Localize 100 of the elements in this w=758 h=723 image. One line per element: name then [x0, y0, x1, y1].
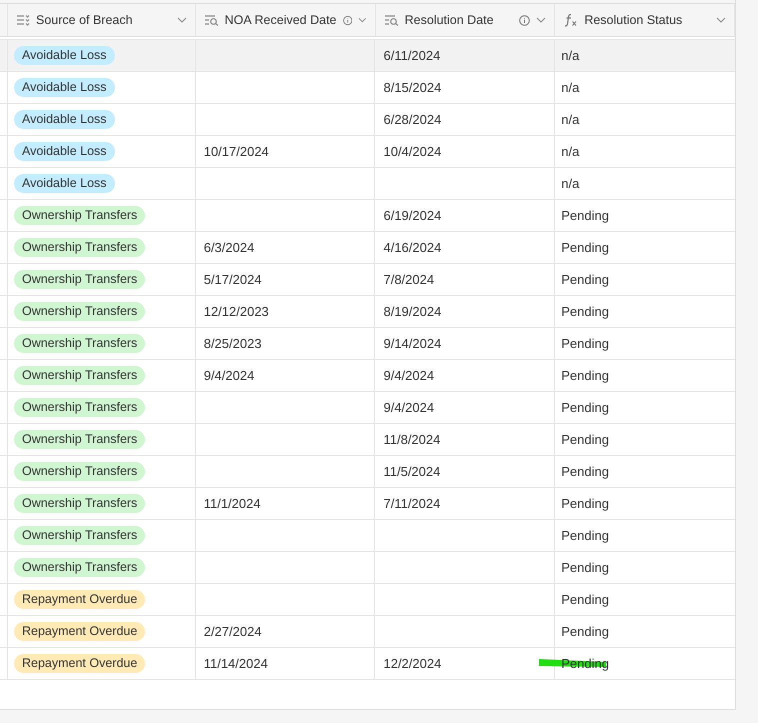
column-header[interactable]: Resolution Date	[376, 4, 556, 36]
table-row[interactable]: Repayment Overdue Pending	[0, 584, 735, 616]
table-row[interactable]: Repayment Overdue 2/27/2024 Pending	[0, 616, 735, 648]
category-tag: Repayment Overdue	[14, 654, 146, 673]
category-tag: Repayment Overdue	[14, 622, 146, 641]
table-cell-text: 10/4/2024	[383, 142, 442, 161]
table-row[interactable]: Ownership Transfers 5/17/2024 7/8/2024 Pending	[0, 264, 735, 296]
table-cell-text: 12/2/2024	[383, 654, 442, 673]
table-row[interactable]: Avoidable Loss 8/15/2024 n/a	[0, 72, 735, 104]
table-cell-text: Pending	[561, 590, 609, 609]
lookup-icon	[204, 14, 219, 26]
table-row[interactable]: Ownership Transfers 11/1/2024 7/11/2024 Pending	[0, 488, 735, 520]
table-row[interactable]: Ownership Transfers 6/19/2024 Pending	[0, 200, 735, 232]
chevron-down-icon[interactable]	[176, 17, 187, 23]
category-tag: Ownership Transfers	[14, 206, 146, 225]
table-cell-text: 6/11/2024	[383, 46, 440, 65]
category-tag: Avoidable Loss	[14, 174, 115, 193]
table-cell-text: 4/16/2024	[383, 238, 442, 257]
table-cell-text: Pending	[561, 558, 609, 577]
table-cell-text: 12/12/2023	[204, 302, 269, 321]
table-cell-text: Pending	[561, 398, 609, 417]
table-cell-text: Pending	[561, 334, 609, 353]
table-cell-text: 6/28/2024	[383, 110, 442, 129]
info-icon[interactable]	[342, 14, 352, 26]
category-tag: Avoidable Loss	[14, 110, 115, 129]
table-cell-text: n/a	[561, 142, 580, 161]
table-cell-text: 11/8/2024	[383, 430, 440, 449]
table-cell-text: Pending	[561, 206, 609, 225]
table-row[interactable]: Ownership Transfers Pending	[0, 520, 735, 552]
table-cell-text: n/a	[561, 174, 580, 193]
table-cell-text: n/a	[561, 78, 580, 97]
column-title: Resolution Status	[584, 12, 684, 29]
category-tag: Ownership Transfers	[14, 270, 146, 289]
table-cell-text: Pending	[561, 238, 609, 257]
category-tag: Ownership Transfers	[14, 526, 146, 545]
column-title: Resolution Date	[404, 12, 495, 29]
category-tag: Ownership Transfers	[14, 238, 146, 257]
column-title: Source of Breach	[36, 12, 134, 29]
table-cell-text: 11/5/2024	[383, 462, 440, 481]
table-cell-text: 7/8/2024	[383, 270, 434, 289]
table-cell-text: 8/15/2024	[383, 78, 442, 97]
table-cell-text: 9/14/2024	[383, 334, 442, 353]
column-header[interactable]: Resolution Status	[555, 4, 735, 36]
chevron-down-icon[interactable]	[716, 17, 726, 23]
category-tag: Repayment Overdue	[14, 590, 146, 609]
category-tag: Ownership Transfers	[14, 430, 146, 449]
table-cell-text: 11/14/2024	[204, 654, 268, 673]
table-cell-text: 8/25/2023	[204, 334, 262, 353]
category-tag: Ownership Transfers	[14, 334, 146, 353]
table-cell-text: Pending	[561, 622, 609, 641]
formula-icon	[563, 13, 578, 27]
table-row[interactable]: Avoidable Loss n/a	[0, 168, 735, 200]
table-cell-text: 9/4/2024	[383, 366, 434, 385]
category-tag: Ownership Transfers	[14, 494, 146, 513]
chevron-down-icon[interactable]	[536, 17, 546, 23]
table-cell-text: Pending	[561, 366, 609, 385]
table-row[interactable]: Ownership Transfers 9/4/2024 Pending	[0, 392, 735, 424]
chevron-down-icon[interactable]	[358, 17, 367, 23]
table-row[interactable]: Ownership Transfers 11/5/2024 Pending	[0, 456, 735, 488]
category-tag: Avoidable Loss	[14, 78, 115, 97]
table-cell-text: 9/4/2024	[383, 398, 434, 417]
column-header[interactable]: Source of Breach	[8, 4, 196, 36]
category-tag: Ownership Transfers	[14, 366, 146, 385]
lookup-icon	[384, 14, 399, 26]
table-row[interactable]: Ownership Transfers 8/25/2023 9/14/2024 Pending	[0, 328, 735, 360]
table-cell-text: Pending	[561, 494, 609, 513]
table-cell-text: 5/17/2024	[204, 270, 262, 289]
table-row[interactable]: Avoidable Loss 10/17/2024 10/4/2024 n/a	[0, 136, 735, 168]
info-icon[interactable]	[519, 14, 530, 26]
table-cell-text: 6/19/2024	[383, 206, 442, 225]
list-icon	[16, 14, 30, 26]
table-row[interactable]: Avoidable Loss 6/11/2024 n/a	[0, 40, 735, 72]
table-cell-text: Pending	[561, 430, 609, 449]
table-row[interactable]: Ownership Transfers 6/3/2024 4/16/2024 Pending	[0, 232, 735, 264]
category-tag: Ownership Transfers	[14, 462, 146, 481]
column-header[interactable]: NOA Received Date	[196, 4, 376, 36]
category-tag: Ownership Transfers	[14, 398, 146, 417]
table-row[interactable]: Ownership Transfers 11/8/2024 Pending	[0, 424, 735, 456]
table-cell-text: 6/3/2024	[204, 238, 254, 257]
table-cell-text: n/a	[561, 110, 580, 129]
table-cell-text: 8/19/2024	[383, 302, 442, 321]
table-cell-text: 7/11/2024	[383, 494, 440, 513]
category-tag: Avoidable Loss	[14, 142, 115, 161]
table-cell-text: Pending	[561, 270, 609, 289]
table-row[interactable]: Ownership Transfers 12/12/2023 8/19/2024 Pending	[0, 296, 735, 328]
table-cell-text: 9/4/2024	[204, 366, 254, 385]
table-cell-text: n/a	[561, 46, 580, 65]
table-cell-text: 10/17/2024	[204, 142, 269, 161]
category-tag: Ownership Transfers	[14, 302, 146, 321]
table-row[interactable]: Ownership Transfers 9/4/2024 9/4/2024 Pending	[0, 360, 735, 392]
table-cell-text: 2/27/2024	[204, 622, 262, 641]
table-cell-text: 11/1/2024	[204, 494, 261, 513]
category-tag: Avoidable Loss	[14, 46, 115, 65]
table-cell-text: Pending	[561, 526, 609, 545]
table-cell-text: Pending	[561, 462, 609, 481]
table-row[interactable]: Ownership Transfers Pending	[0, 552, 735, 584]
table-cell-text: Pending	[561, 302, 609, 321]
column-title: NOA Received Date	[224, 12, 336, 29]
table-row[interactable]: Avoidable Loss 6/28/2024 n/a	[0, 104, 735, 136]
category-tag: Ownership Transfers	[14, 558, 146, 577]
